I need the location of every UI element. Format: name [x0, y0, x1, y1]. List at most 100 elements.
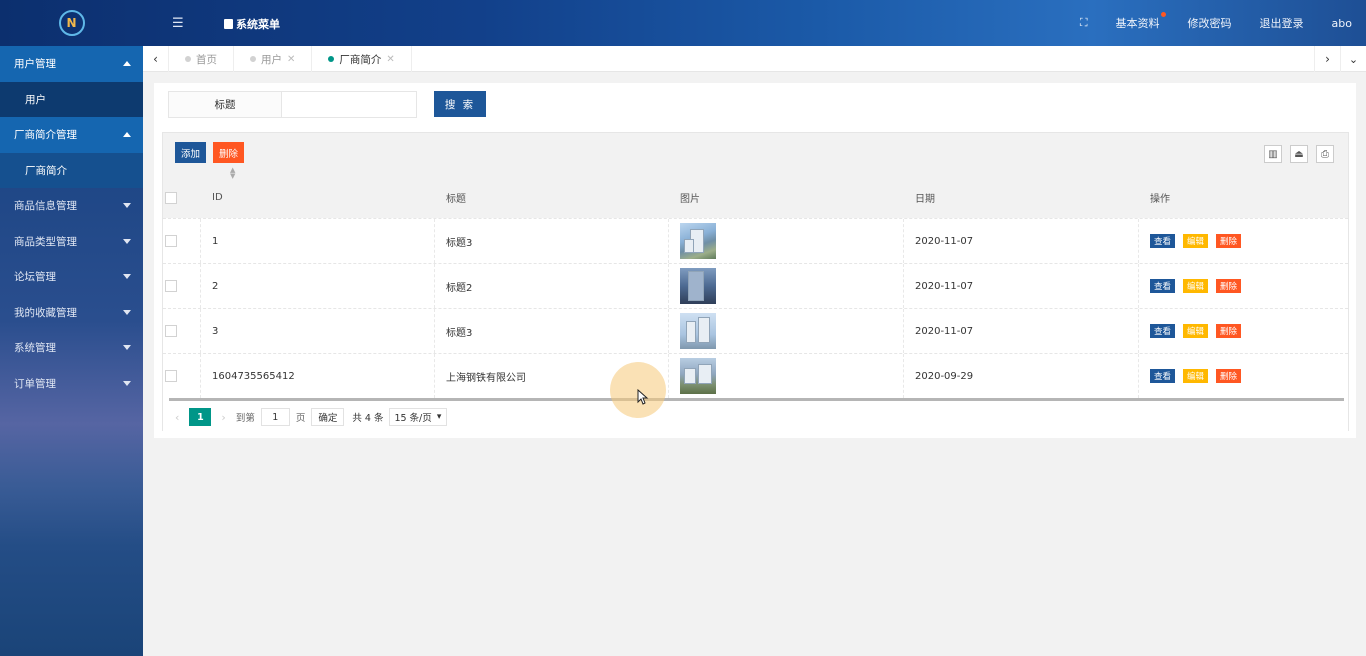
cell-id: 1 — [200, 219, 434, 263]
row-delete-button[interactable]: 删除 — [1216, 234, 1242, 248]
menu-book-icon — [224, 19, 233, 29]
cell-actions: 查看 编辑 删除 — [1138, 264, 1348, 308]
tab-label: 首页 — [196, 53, 217, 66]
col-id[interactable]: ID ▲ ▼ — [212, 167, 235, 218]
view-button[interactable]: 查看 — [1150, 369, 1176, 383]
sort-icon[interactable]: ▲ ▼ — [230, 167, 235, 180]
tab-home[interactable]: 首页 — [169, 46, 234, 72]
sidebar-group-label: 论坛管理 — [14, 271, 56, 284]
row-checkbox[interactable] — [165, 325, 177, 337]
profile-label: 基本资料 — [1115, 17, 1160, 30]
sidebar-group-label: 我的收藏管理 — [14, 306, 77, 319]
edit-button[interactable]: 编辑 — [1183, 234, 1209, 248]
close-icon[interactable]: ✕ — [386, 54, 394, 65]
expand-icon[interactable]: ⛶ — [1066, 16, 1102, 30]
goto-confirm-button[interactable]: 确定 — [311, 408, 345, 426]
profile-link[interactable]: 基本资料 — [1102, 12, 1174, 31]
caret-up-icon — [123, 132, 131, 137]
sidebar-group-favorites[interactable]: 我的收藏管理 — [0, 295, 143, 331]
row-delete-button[interactable]: 删除 — [1216, 369, 1242, 383]
row-checkbox[interactable] — [165, 280, 177, 292]
horizontal-scrollbar[interactable] — [169, 398, 1344, 401]
table-row: 3 标题3 2020-11-07 查看 编辑 删除 — [163, 308, 1348, 353]
col-actions: 操作 — [1150, 194, 1170, 205]
sidebar-group-user[interactable]: 用户管理 — [0, 46, 143, 82]
header-checkbox-cell — [165, 177, 177, 218]
sidebar-item-user[interactable]: 用户 — [0, 81, 143, 117]
row-checkbox[interactable] — [165, 235, 177, 247]
chevron-down-icon[interactable]: ⌄ — [1340, 46, 1366, 72]
search-input[interactable] — [282, 91, 417, 118]
chevron-down-icon: ▾ — [436, 412, 442, 422]
view-button[interactable]: 查看 — [1150, 234, 1176, 248]
delete-button[interactable]: 删除 — [213, 142, 244, 163]
sidebar-group-label: 系统管理 — [14, 342, 56, 355]
export-icon[interactable]: ⏏ — [1290, 145, 1308, 163]
prev-page-icon[interactable]: ‹ — [175, 411, 179, 424]
list-icon[interactable]: ☰ — [172, 16, 184, 31]
add-button[interactable]: 添加 — [175, 142, 206, 163]
system-menu[interactable]: 系统菜单 — [224, 16, 280, 32]
row-checkbox-cell — [165, 219, 177, 263]
select-all-checkbox[interactable] — [165, 191, 177, 204]
cell-id: 1604735565412 — [200, 354, 434, 398]
columns-icon[interactable]: ▥ — [1264, 145, 1282, 163]
caret-down-icon — [123, 203, 131, 208]
tab-label: 厂商简介 — [339, 53, 382, 66]
tab-user[interactable]: 用户 ✕ — [234, 46, 313, 72]
current-page[interactable]: 1 — [189, 408, 212, 426]
chevron-right-icon[interactable]: › — [1314, 46, 1340, 72]
change-password-link[interactable]: 修改密码 — [1174, 15, 1246, 31]
row-checkbox-cell — [165, 264, 177, 308]
sidebar-group-product-info[interactable]: 商品信息管理 — [0, 188, 143, 224]
thumbnail-image[interactable] — [680, 223, 716, 259]
sidebar-group-vendor[interactable]: 厂商简介管理 — [0, 117, 143, 153]
print-icon[interactable]: ⎙ — [1316, 145, 1334, 163]
top-header: N ☰ 系统菜单 ⛶ 基本资料 修改密码 退出登录 abo — [0, 0, 1366, 46]
tab-vendor-intro[interactable]: 厂商简介 ✕ — [312, 46, 412, 72]
col-image: 图片 — [680, 194, 700, 205]
edit-button[interactable]: 编辑 — [1183, 279, 1209, 293]
caret-down-icon — [123, 274, 131, 279]
thumbnail-image[interactable] — [680, 358, 716, 394]
row-delete-button[interactable]: 删除 — [1216, 279, 1242, 293]
search-button[interactable]: 搜 索 — [434, 91, 486, 117]
cell-date: 2020-11-07 — [903, 219, 1138, 263]
cell-image — [668, 309, 903, 353]
edit-button[interactable]: 编辑 — [1183, 369, 1209, 383]
edit-button[interactable]: 编辑 — [1183, 324, 1209, 338]
col-date: 日期 — [915, 194, 935, 205]
sidebar-group-forum[interactable]: 论坛管理 — [0, 259, 143, 295]
sidebar-group-product-type[interactable]: 商品类型管理 — [0, 224, 143, 260]
row-delete-button[interactable]: 删除 — [1216, 324, 1242, 338]
view-button[interactable]: 查看 — [1150, 279, 1176, 293]
col-title: 标题 — [446, 194, 466, 205]
sidebar: 用户管理 用户 厂商简介管理 厂商简介 商品信息管理 商品类型管理 论坛管理 我… — [0, 46, 143, 656]
mouse-cursor-icon — [637, 389, 649, 405]
tab-dot — [328, 56, 335, 62]
cell-title: 标题3 — [434, 219, 668, 263]
cell-date: 2020-11-07 — [903, 264, 1138, 308]
thumbnail-image[interactable] — [680, 313, 716, 349]
chevron-left-icon[interactable]: ‹ — [143, 46, 169, 72]
sidebar-item-vendor-intro[interactable]: 厂商简介 — [0, 152, 143, 188]
caret-down-icon — [123, 238, 131, 244]
sidebar-group-system[interactable]: 系统管理 — [0, 330, 143, 366]
row-checkbox[interactable] — [165, 370, 177, 382]
goto-label: 到第 — [235, 413, 255, 424]
cell-image — [668, 354, 903, 398]
caret-down-icon — [123, 380, 131, 386]
next-page-icon[interactable]: › — [221, 411, 225, 424]
view-button[interactable]: 查看 — [1150, 324, 1176, 338]
sidebar-group-orders[interactable]: 订单管理 — [0, 366, 143, 402]
close-icon[interactable]: ✕ — [287, 54, 295, 65]
username[interactable]: abo — [1318, 17, 1366, 30]
page-unit-label: 页 — [295, 413, 306, 424]
goto-page-input[interactable]: 1 — [260, 408, 290, 426]
page-size-select[interactable]: 15 条/页 ▾ — [389, 408, 448, 426]
tab-label: 用户 — [261, 53, 282, 66]
thumbnail-image[interactable] — [680, 268, 716, 304]
logout-link[interactable]: 退出登录 — [1246, 15, 1318, 31]
table-toolbar: 添加 删除 ▥ ⏏ ⎙ — [163, 133, 1348, 177]
table-row: 2 标题2 2020-11-07 查看 编辑 删除 — [163, 263, 1348, 308]
